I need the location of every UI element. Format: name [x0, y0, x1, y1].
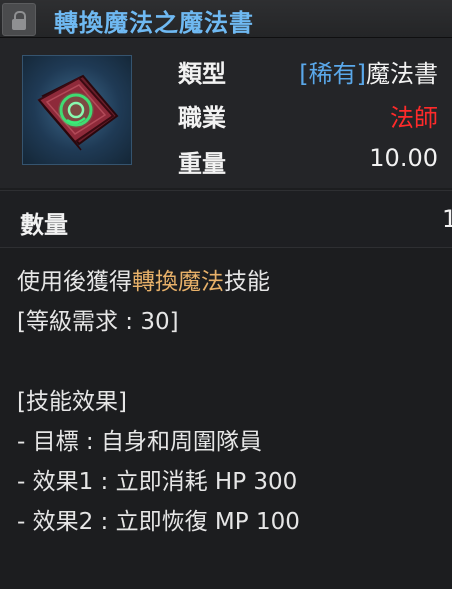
description-skill-line: 使用後獲得轉換魔法技能	[17, 269, 270, 295]
effect-target: - 目標 : 自身和周圍隊員	[17, 429, 262, 455]
tooltip-header: 轉換魔法之魔法書	[0, 0, 452, 38]
item-title: 轉換魔法之魔法書	[54, 9, 254, 37]
lock-icon[interactable]	[2, 3, 36, 36]
quantity-label: 數量	[20, 211, 68, 239]
effect-hp-cost: - 效果1 : 立即消耗 HP 300	[17, 469, 298, 495]
item-summary: 類型 [稀有]魔法書 職業 法師 重量 10.00	[0, 38, 452, 188]
level-requirement: [等級需求 : 30]	[17, 309, 179, 335]
spellbook-icon	[22, 55, 132, 165]
weight-value: 10.00	[369, 144, 438, 172]
item-tooltip: 轉換魔法之魔法書 類型 [稀有]魔法書 職業 法師 重量 10.00 數量 1 …	[0, 0, 452, 589]
type-label: 類型	[178, 60, 226, 88]
weight-label: 重量	[178, 150, 226, 178]
class-value: 法師	[390, 104, 438, 132]
type-value: [稀有]魔法書	[299, 54, 438, 89]
skill-name: 轉換魔法	[132, 269, 224, 295]
item-description: 使用後獲得轉換魔法技能 [等級需求 : 30] [技能效果] - 目標 : 自身…	[17, 262, 447, 542]
quantity-value: 1	[442, 205, 452, 233]
rarity-tag: [稀有]	[299, 60, 366, 88]
class-label: 職業	[178, 104, 226, 132]
quantity-row: 數量 1	[0, 190, 452, 248]
effects-header: [技能效果]	[17, 389, 127, 415]
effect-mp-restore: - 效果2 : 立即恢復 MP 100	[17, 509, 300, 535]
type-text: 魔法書	[366, 60, 438, 88]
